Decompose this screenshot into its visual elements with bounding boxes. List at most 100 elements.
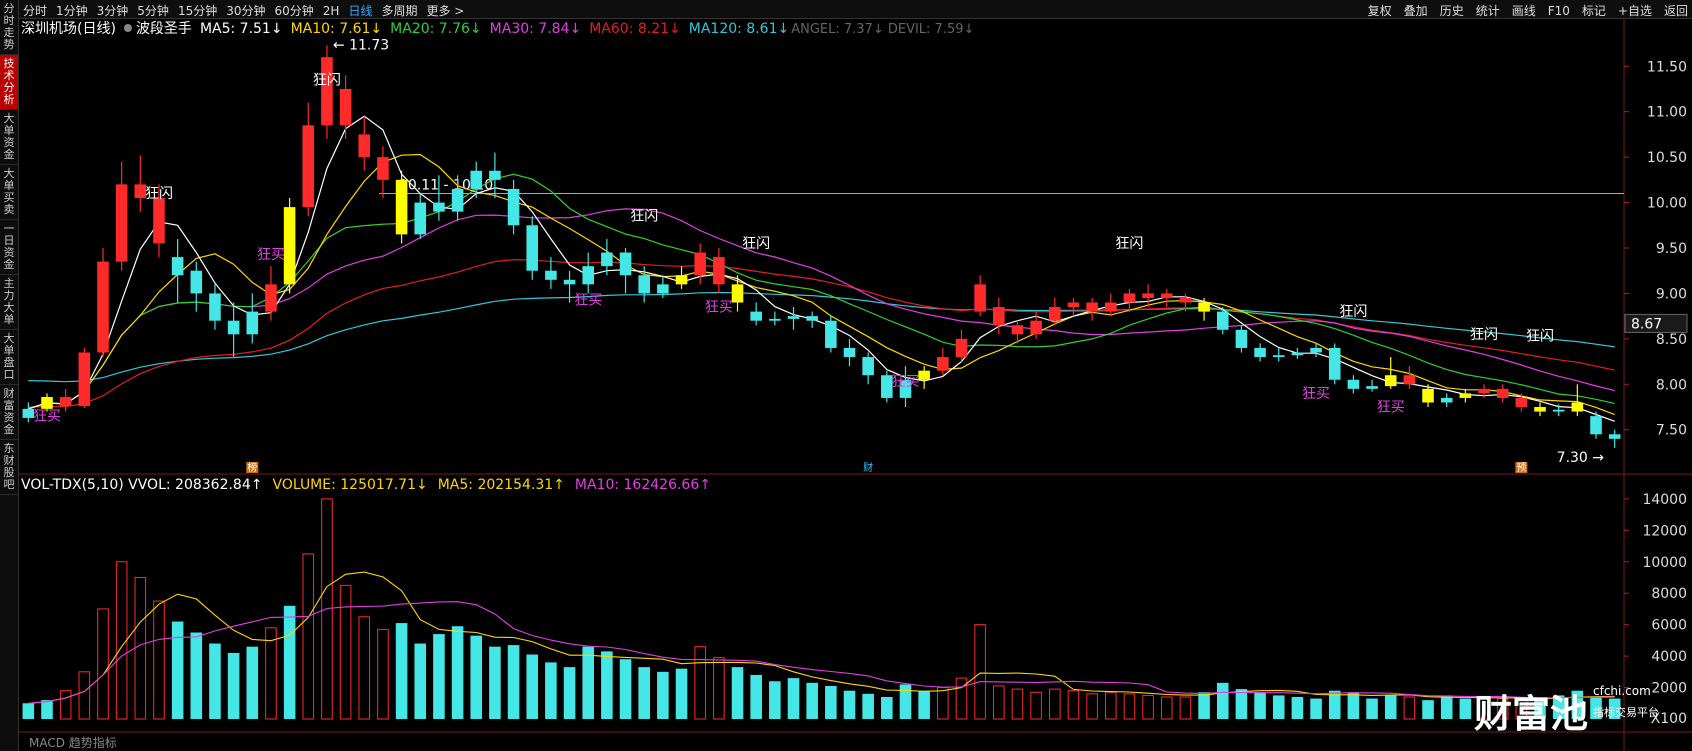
period-tabs: 分时 1分钟 3分钟 5分钟 15分钟 30分钟 60分钟 2H 日线 多周期 更多 >: [23, 2, 473, 19]
volume-bar: [657, 671, 669, 719]
period-tab-4[interactable]: 15分钟: [178, 4, 217, 18]
sidebar-item-4[interactable]: 一日资金: [0, 220, 18, 275]
volume-bar: [265, 627, 277, 720]
sidebar-item-6[interactable]: 大单盘口: [0, 330, 18, 385]
period-tab-2[interactable]: 3分钟: [97, 4, 129, 18]
volume-bar: [862, 693, 874, 719]
candle-body: [563, 279, 576, 285]
sidebar-item-1[interactable]: 技术分析: [0, 55, 18, 110]
period-tab-7[interactable]: 2H: [323, 4, 340, 18]
volume-bar: [1216, 682, 1229, 719]
toolbar-button-3[interactable]: 统计: [1476, 4, 1500, 18]
vol-tick-label: 4000: [1651, 649, 1687, 665]
period-tab-1[interactable]: 1分钟: [56, 4, 88, 18]
candle-body: [843, 347, 856, 358]
candle-body: [1086, 302, 1098, 312]
sidebar-item-7[interactable]: 财富资金: [0, 385, 18, 440]
price-tick-label: 7.50: [1656, 423, 1687, 439]
volume-bar: [358, 616, 371, 720]
ma-legend-ma10: MA10: 7.61↓: [291, 21, 383, 37]
price-tick-label: 9.50: [1656, 241, 1687, 257]
volume-bar: [507, 645, 520, 719]
candle-body: [1534, 407, 1546, 412]
period-tab-0[interactable]: 分时: [23, 4, 47, 18]
toolbar-button-6[interactable]: 标记: [1582, 4, 1606, 18]
volume-bar: [638, 667, 650, 719]
volume-bar: [750, 674, 762, 719]
event-marker: 榜: [247, 461, 257, 474]
volume-bar: [489, 646, 501, 719]
candle-body: [153, 198, 165, 244]
flash-signal-label: 狂闪: [313, 72, 341, 88]
vol-legend-volume: VOLUME: 125017.71↓: [272, 477, 427, 493]
candle-body: [750, 311, 762, 321]
volume-bar: [1160, 696, 1173, 720]
candle-body: [1384, 375, 1397, 387]
macd-label: MACD 趋势指标: [29, 735, 117, 750]
volume-bar: [433, 634, 445, 719]
period-tab-3[interactable]: 5分钟: [137, 4, 169, 18]
price-tick-label: 8.00: [1656, 377, 1687, 393]
flash-signal-label: 狂闪: [145, 186, 173, 202]
candle-body: [1235, 329, 1248, 348]
volume-bar: [713, 657, 725, 720]
volume-bar: [806, 682, 818, 719]
volume-bar: [283, 605, 296, 719]
period-tab-9[interactable]: 多周期: [381, 4, 417, 18]
flash-signal-label: 狂闪: [1470, 327, 1498, 343]
toolbar-button-4[interactable]: 画线: [1512, 4, 1536, 18]
flash-signal-label: 狂闪: [1115, 236, 1143, 252]
toolbar-button-0[interactable]: 复权: [1368, 4, 1392, 18]
candle-body: [265, 284, 277, 312]
volume-bar: [1459, 698, 1472, 719]
candle-body: [769, 318, 781, 321]
volume-bar: [339, 584, 352, 720]
candle-body: [1552, 409, 1565, 412]
candle-body: [582, 266, 595, 285]
watermark-tagline: 指标交易平台: [1593, 705, 1659, 719]
toolbar-button-1[interactable]: 叠加: [1404, 4, 1428, 18]
sidebar-item-3[interactable]: 大单买卖: [0, 165, 18, 220]
volume-bar: [59, 690, 72, 720]
buy-signal-label: 狂买: [257, 247, 285, 263]
buy-signal-label: 狂买: [33, 409, 61, 425]
candle-body: [489, 170, 501, 180]
vol-tick-label: 2000: [1651, 681, 1687, 697]
flash-signal-label: 狂闪: [742, 236, 770, 252]
stock-chart[interactable]: 11.50 11.00 10.50 10.00 9.50 9.00 8.50 8.00 7.50…: [19, 19, 1692, 751]
volume-bar: [78, 671, 91, 720]
candle-body: [694, 252, 706, 276]
toolbar-button-5[interactable]: F10: [1548, 4, 1570, 18]
period-tab-10[interactable]: 更多 >: [426, 4, 464, 18]
price-tick-label: 10.00: [1647, 196, 1687, 212]
volume-bar: [974, 624, 986, 720]
candle-body: [993, 307, 1005, 326]
toolbar-button-2[interactable]: 历史: [1440, 4, 1464, 18]
candle-body: [283, 207, 296, 285]
vol-tick-label: 8000: [1651, 586, 1687, 602]
price-tick-label: 11.50: [1647, 59, 1687, 75]
candle-body: [1048, 307, 1061, 321]
buy-signal-label: 狂买: [891, 374, 919, 390]
volume-bar: [1272, 695, 1285, 719]
candle-body: [59, 397, 72, 407]
volume-bar: [1254, 692, 1266, 719]
period-tab-6[interactable]: 60分钟: [275, 4, 314, 18]
sidebar-item-8[interactable]: 东财股吧: [0, 440, 18, 495]
sidebar-item-2[interactable]: 大单资金: [0, 110, 18, 165]
high-price-label: ← 11.73: [333, 37, 389, 53]
sidebar-item-0[interactable]: 分时走势: [0, 0, 18, 55]
toolbar-button-8[interactable]: 返回: [1664, 4, 1688, 18]
ma-legend-ma30: MA30: 7.84↓: [490, 21, 582, 37]
candle-body: [507, 188, 520, 226]
volume-bar: [1030, 691, 1042, 720]
candle-body: [246, 311, 259, 335]
period-tab-8[interactable]: 日线: [348, 4, 372, 18]
sidebar-item-5[interactable]: 主力大单: [0, 275, 18, 330]
watermark-url: cfchi.com: [1593, 684, 1651, 698]
toolbar-button-7[interactable]: +自选: [1618, 4, 1652, 18]
period-tab-5[interactable]: 30分钟: [226, 4, 265, 18]
price-tick-label: 8.50: [1656, 332, 1687, 348]
volume-bar: [526, 654, 539, 719]
volume-bar: [918, 690, 930, 719]
